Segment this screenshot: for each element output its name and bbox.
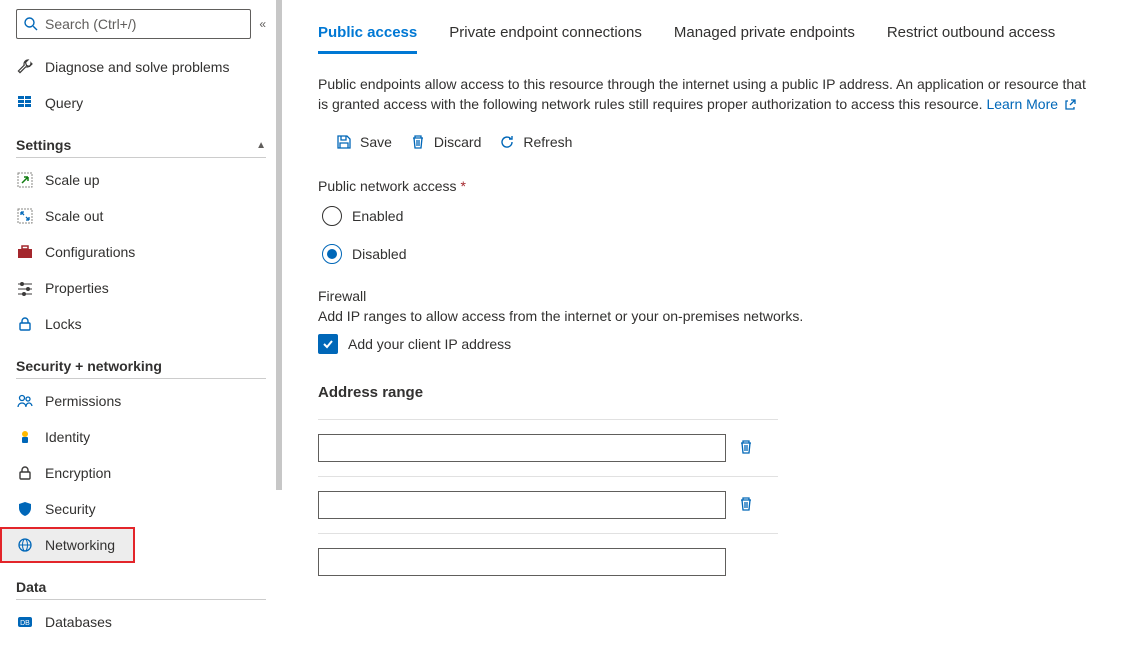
save-icon: [336, 134, 352, 150]
nav-label: Encryption: [45, 465, 266, 481]
radio-disabled[interactable]: Disabled: [322, 244, 1106, 264]
intro-text: Public endpoints allow access to this re…: [318, 74, 1098, 114]
sidebar-item-properties[interactable]: Properties: [0, 270, 276, 306]
scale-out-icon: [16, 207, 34, 225]
nav-label: Scale out: [45, 208, 266, 224]
refresh-button[interactable]: Refresh: [499, 134, 572, 150]
sidebar-item-databases[interactable]: DB Databases: [0, 604, 276, 640]
trash-icon: [410, 134, 426, 150]
tab-restrict-outbound[interactable]: Restrict outbound access: [887, 16, 1055, 54]
briefcase-icon: [16, 243, 34, 261]
lock-icon: [16, 315, 34, 333]
section-security-networking[interactable]: Security + networking: [16, 348, 266, 379]
wrench-icon: [16, 58, 34, 76]
globe-icon: [16, 536, 34, 554]
scale-up-icon: [16, 171, 34, 189]
delete-row-button[interactable]: [738, 439, 754, 458]
learn-more-link[interactable]: Learn More: [986, 96, 1075, 112]
firewall-title: Firewall: [318, 288, 1106, 304]
search-input[interactable]: [43, 15, 244, 33]
tab-private-endpoint[interactable]: Private endpoint connections: [449, 16, 642, 54]
address-range-row: [318, 476, 778, 533]
add-client-ip-checkbox[interactable]: Add your client IP address: [318, 334, 1106, 354]
address-range-header: Address range: [318, 384, 1106, 401]
shield-icon: [16, 500, 34, 518]
search-row: «: [16, 9, 266, 39]
nav-label: Locks: [45, 316, 266, 332]
radio-circle: [322, 244, 342, 264]
tabs: Public access Private endpoint connectio…: [318, 16, 1106, 54]
sidebar-item-scale-up[interactable]: Scale up: [0, 162, 276, 198]
main-panel: Public access Private endpoint connectio…: [276, 0, 1134, 647]
nav-label: Scale up: [45, 172, 266, 188]
sidebar-item-security[interactable]: Security: [0, 491, 276, 527]
address-range-input[interactable]: [318, 548, 726, 576]
toolbar: Save Discard Refresh: [336, 134, 1106, 150]
search-box[interactable]: [16, 9, 251, 39]
sliders-icon: [16, 279, 34, 297]
lock-icon: [16, 464, 34, 482]
sidebar-item-locks[interactable]: Locks: [0, 306, 276, 342]
address-range-row: [318, 419, 778, 476]
search-icon: [23, 16, 39, 32]
delete-row-button[interactable]: [738, 496, 754, 515]
sidebar-item-identity[interactable]: Identity: [0, 419, 276, 455]
tab-public-access[interactable]: Public access: [318, 16, 417, 54]
sidebar-item-permissions[interactable]: Permissions: [0, 383, 276, 419]
nav-label: Identity: [45, 429, 266, 445]
identity-icon: [16, 428, 34, 446]
sidebar-item-networking[interactable]: Networking: [0, 527, 135, 563]
radio-circle: [322, 206, 342, 226]
save-button[interactable]: Save: [336, 134, 392, 150]
trash-icon: [738, 496, 754, 512]
pna-label: Public network access*: [318, 178, 1106, 194]
database-icon: DB: [16, 613, 34, 631]
nav-label: Configurations: [45, 244, 266, 260]
people-icon: [16, 392, 34, 410]
chevron-up-icon: ▲: [256, 140, 266, 151]
required-indicator: *: [461, 178, 466, 194]
nav-label: Query: [45, 95, 266, 111]
collapse-sidebar-icon[interactable]: «: [259, 17, 266, 31]
external-link-icon: [1064, 99, 1076, 111]
sidebar-item-configurations[interactable]: Configurations: [0, 234, 276, 270]
svg-text:DB: DB: [20, 620, 30, 627]
sidebar-item-query[interactable]: Query: [0, 85, 276, 121]
nav-label: Properties: [45, 280, 266, 296]
pna-radio-group: Enabled Disabled: [322, 206, 1106, 264]
nav-label: Security: [45, 501, 266, 517]
section-data[interactable]: Data: [16, 569, 266, 600]
nav-label: Databases: [45, 614, 266, 630]
section-settings[interactable]: Settings ▲: [16, 127, 266, 158]
discard-button[interactable]: Discard: [410, 134, 481, 150]
nav-label: Permissions: [45, 393, 266, 409]
nav-label: Diagnose and solve problems: [45, 59, 266, 75]
grid-icon: [16, 94, 34, 112]
checkbox-icon: [318, 334, 338, 354]
sidebar-item-diagnose[interactable]: Diagnose and solve problems: [0, 49, 276, 85]
firewall-desc: Add IP ranges to allow access from the i…: [318, 308, 1106, 324]
sidebar-item-encryption[interactable]: Encryption: [0, 455, 276, 491]
trash-icon: [738, 439, 754, 455]
nav-label: Networking: [45, 537, 125, 553]
tab-managed-private[interactable]: Managed private endpoints: [674, 16, 855, 54]
address-range-input[interactable]: [318, 491, 726, 519]
refresh-icon: [499, 134, 515, 150]
sidebar: « Diagnose and solve problems Query Sett…: [0, 0, 276, 647]
sidebar-item-scale-out[interactable]: Scale out: [0, 198, 276, 234]
radio-enabled[interactable]: Enabled: [322, 206, 1106, 226]
address-range-row: [318, 533, 778, 590]
address-range-input[interactable]: [318, 434, 726, 462]
